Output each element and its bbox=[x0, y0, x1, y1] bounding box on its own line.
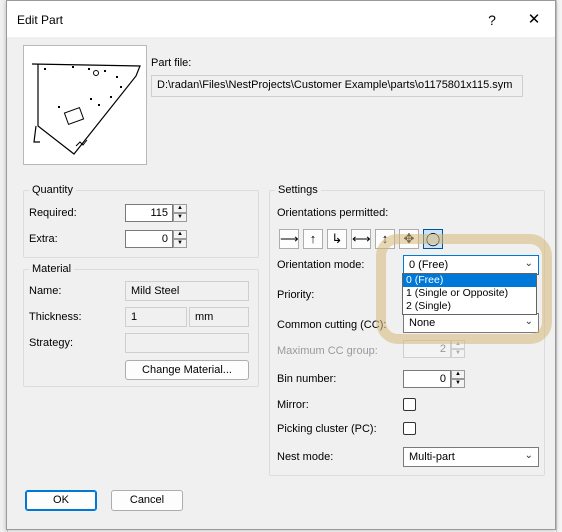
thickness-label: Thickness: bbox=[29, 311, 82, 323]
picking-cluster-label: Picking cluster (PC): bbox=[277, 423, 377, 435]
mirror-checkbox[interactable] bbox=[403, 398, 416, 411]
spin-down-icon[interactable]: ▼ bbox=[173, 239, 187, 248]
chevron-down-icon: ⌄ bbox=[524, 450, 533, 461]
priority-label: Priority: bbox=[277, 289, 315, 301]
picking-cluster-checkbox[interactable] bbox=[403, 422, 416, 435]
thickness-value: 1 bbox=[125, 307, 187, 327]
ok-button[interactable]: OK bbox=[25, 490, 97, 511]
required-spinner[interactable]: ▲ ▼ bbox=[173, 204, 187, 222]
help-button[interactable]: ? bbox=[477, 7, 507, 33]
orientation-arrow-left-right-icon[interactable]: ⟷ bbox=[351, 229, 371, 249]
bin-number-label: Bin number: bbox=[277, 373, 337, 385]
orientation-corner-arrows-icon[interactable]: ↳ bbox=[327, 229, 347, 249]
strategy-value bbox=[125, 333, 249, 353]
dropdown-option[interactable]: 0 (Free) bbox=[403, 274, 536, 287]
bin-number-input[interactable]: 0 bbox=[403, 370, 451, 388]
orientation-mode-label: Orientation mode: bbox=[277, 259, 365, 271]
background-window-right bbox=[556, 0, 562, 532]
spin-up-icon[interactable]: ▲ bbox=[173, 204, 187, 213]
required-label: Required: bbox=[29, 207, 77, 219]
mirror-label: Mirror: bbox=[277, 399, 309, 411]
part-preview bbox=[23, 45, 147, 165]
title-bar: Edit Part ? ✕ bbox=[7, 1, 555, 37]
thickness-unit: mm bbox=[189, 307, 249, 327]
common-cutting-label: Common cutting (CC): bbox=[277, 319, 387, 331]
close-button[interactable]: ✕ bbox=[519, 7, 549, 33]
orientation-mode-dropdown-list: 0 (Free) 1 (Single or Opposite) 2 (Singl… bbox=[402, 273, 537, 315]
dialog-title: Edit Part bbox=[17, 13, 64, 27]
dropdown-option[interactable]: 1 (Single or Opposite) bbox=[403, 287, 536, 300]
cancel-button[interactable]: Cancel bbox=[111, 490, 183, 511]
nest-mode-value: Multi-part bbox=[409, 451, 455, 463]
spin-down-icon[interactable]: ▼ bbox=[173, 213, 187, 222]
orientation-arrow-up-icon[interactable]: ↑ bbox=[303, 229, 323, 249]
material-name-value: Mild Steel bbox=[125, 281, 249, 301]
dropdown-option[interactable]: 2 (Single) bbox=[403, 300, 536, 313]
required-input[interactable]: 115 bbox=[125, 204, 173, 222]
extra-spinner[interactable]: ▲ ▼ bbox=[173, 230, 187, 248]
extra-input[interactable]: 0 bbox=[125, 230, 173, 248]
strategy-label: Strategy: bbox=[29, 337, 74, 349]
orientation-arrow-right-icon[interactable]: ⟶ bbox=[279, 229, 299, 249]
spin-up-icon[interactable]: ▲ bbox=[173, 230, 187, 239]
orientations-permitted-label: Orientations permitted: bbox=[277, 207, 389, 219]
part-file-path: D:\radan\Files\NestProjects\Customer Exa… bbox=[151, 75, 523, 97]
settings-group-title: Settings bbox=[275, 184, 321, 196]
quantity-group-title: Quantity bbox=[29, 184, 76, 196]
change-material-button[interactable]: Change Material... bbox=[125, 360, 249, 380]
spin-up-icon[interactable]: ▲ bbox=[451, 370, 465, 379]
spin-down-icon[interactable]: ▼ bbox=[451, 379, 465, 388]
nest-mode-select[interactable]: Multi-part ⌄ bbox=[403, 447, 539, 467]
nest-mode-label: Nest mode: bbox=[277, 451, 334, 463]
max-cc-group-label: Maximum CC group: bbox=[277, 345, 378, 357]
material-group-title: Material bbox=[29, 263, 75, 275]
material-name-label: Name: bbox=[29, 285, 62, 297]
part-file-label: Part file: bbox=[151, 57, 192, 69]
bin-number-spinner[interactable]: ▲ ▼ bbox=[451, 370, 465, 388]
extra-label: Extra: bbox=[29, 233, 58, 245]
part-drawing bbox=[31, 63, 141, 155]
spin-down-icon[interactable]: ▼ bbox=[451, 349, 465, 358]
